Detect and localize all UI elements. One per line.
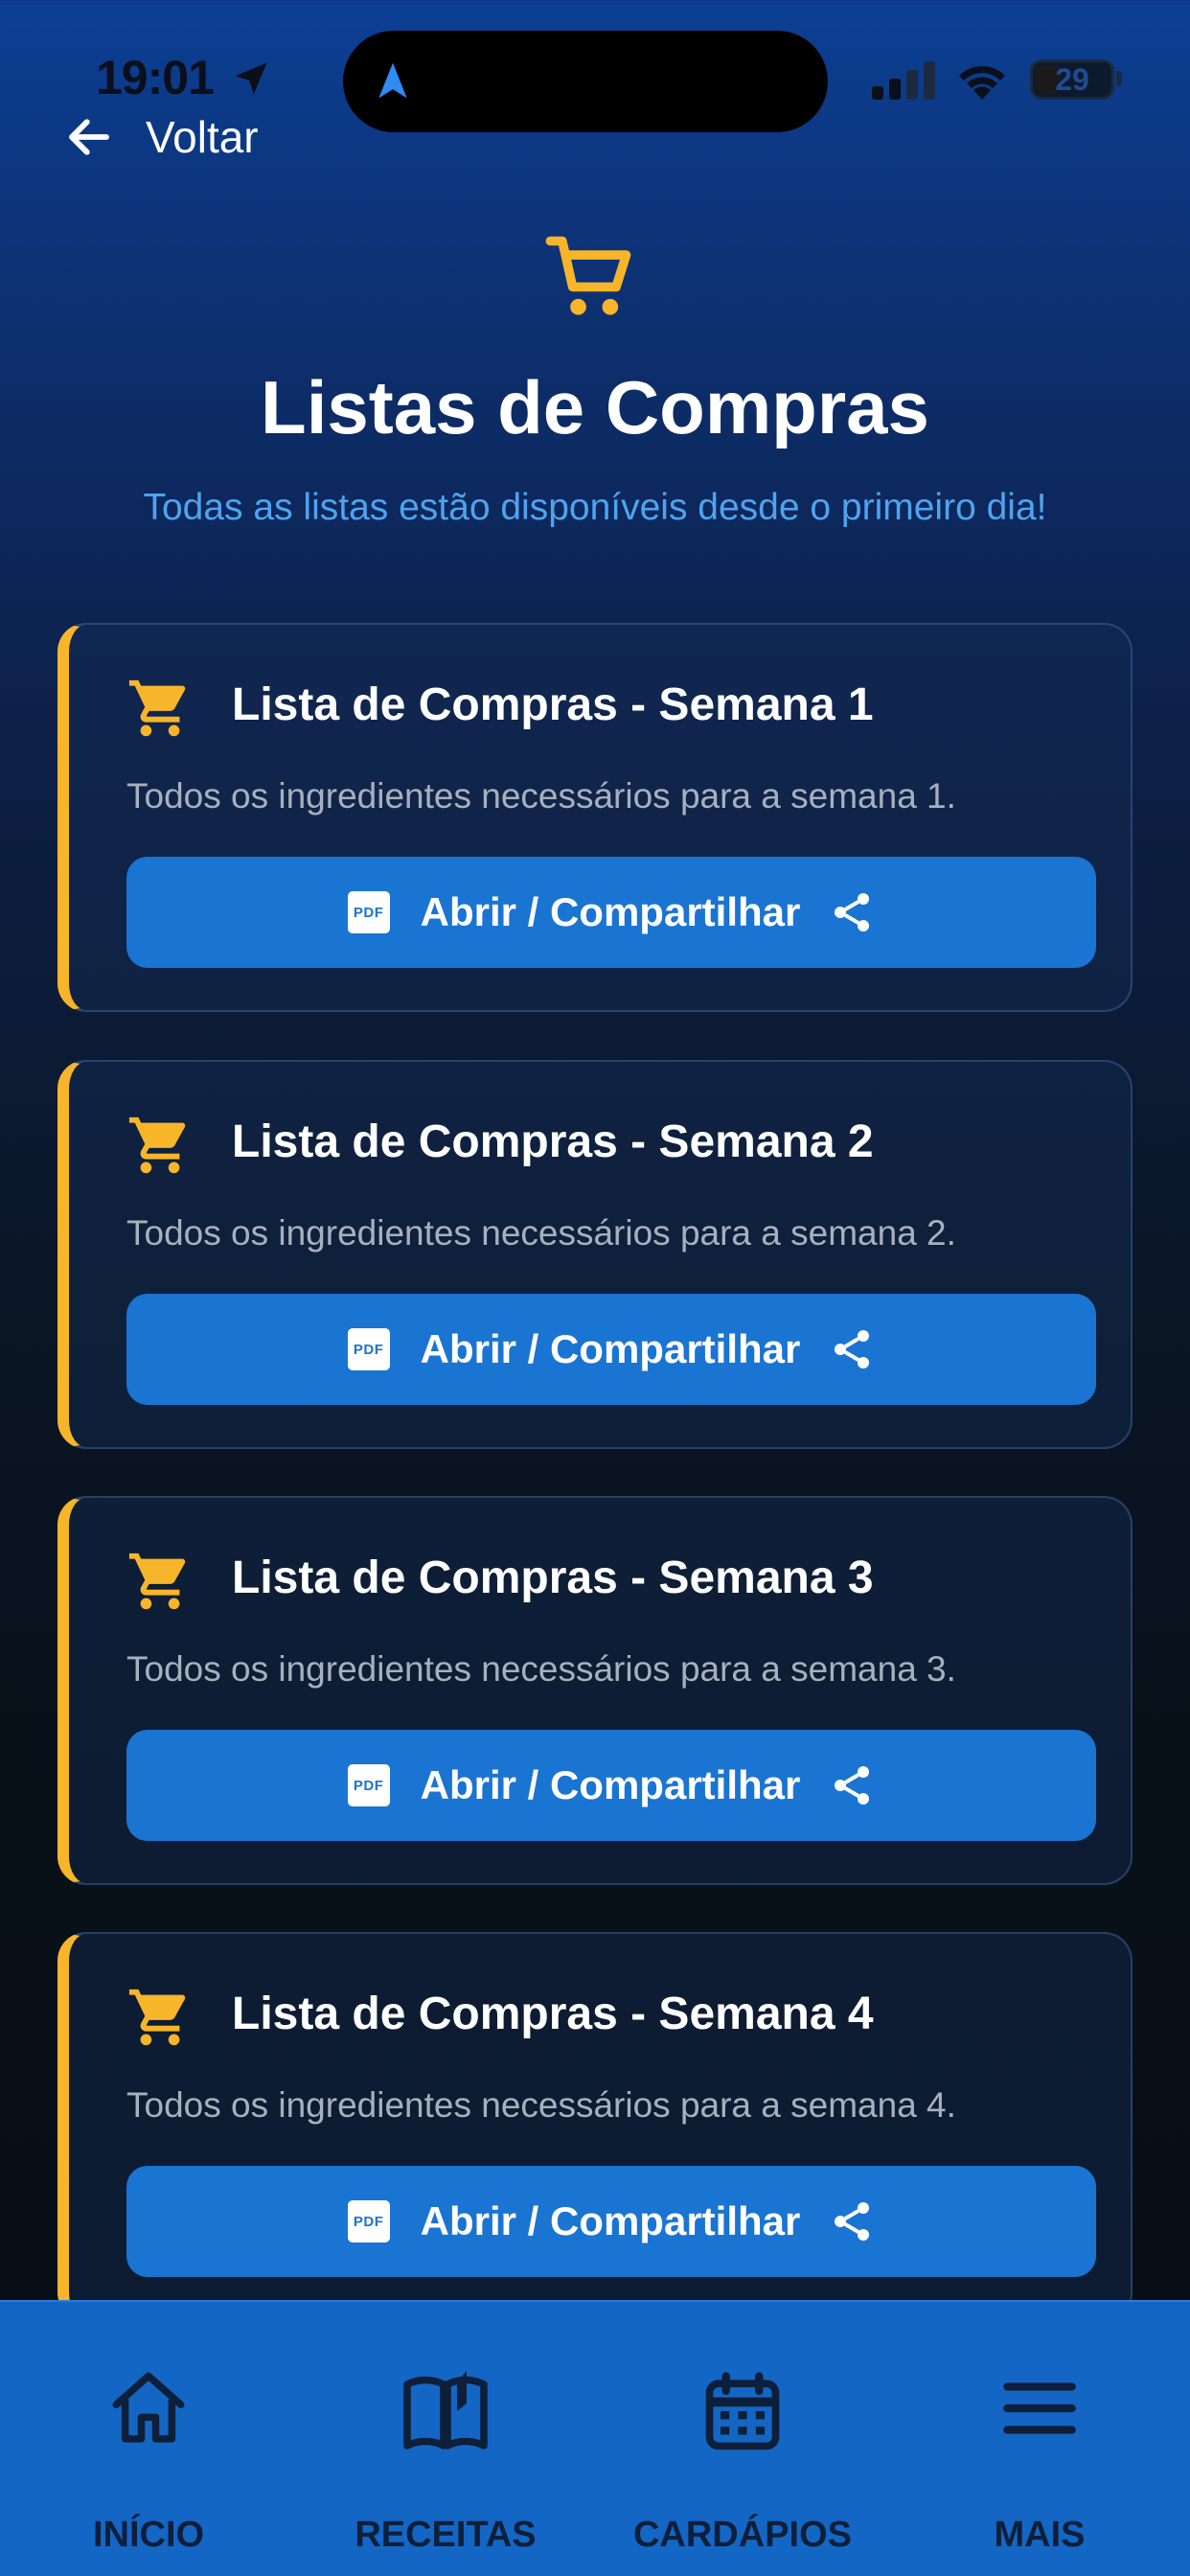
shopping-cart-icon xyxy=(545,236,631,315)
calendar-icon xyxy=(705,2372,780,2450)
tab-inicio[interactable]: INÍCIO xyxy=(5,2302,292,2576)
arrow-left-icon xyxy=(69,119,109,155)
card-description: Todos os ingredientes necessários para a… xyxy=(126,1649,956,1689)
book-icon xyxy=(403,2371,488,2450)
page-title: Listas de Compras xyxy=(261,365,929,449)
card-title: Lista de Compras - Semana 4 xyxy=(232,1989,874,2039)
share-icon xyxy=(835,893,870,932)
cellular-signal-icon xyxy=(872,61,935,100)
pdf-icon: PDF xyxy=(347,1328,390,1370)
shopping-list-card: Lista de Compras - Semana 2 Todos os ing… xyxy=(57,1060,1133,1449)
battery-cap xyxy=(1116,71,1122,86)
tab-label: INÍCIO xyxy=(92,2515,205,2555)
card-description: Todos os ingredientes necessários para a… xyxy=(126,1213,956,1253)
status-time: 19:01 xyxy=(96,51,215,104)
shopping-cart-icon xyxy=(128,679,186,737)
open-share-button[interactable]: PDF Abrir / Compartilhar xyxy=(126,1294,1096,1405)
navigation-icon xyxy=(378,62,407,99)
card-description: Todos os ingredientes necessários para a… xyxy=(126,2085,956,2125)
tab-cardapios[interactable]: CARDÁPIOS xyxy=(599,2302,886,2576)
shopping-list-card: Lista de Compras - Semana 1 Todos os ing… xyxy=(57,623,1133,1012)
open-share-button[interactable]: PDF Abrir / Compartilhar xyxy=(126,2166,1096,2277)
tab-mais[interactable]: MAIS xyxy=(896,2302,1183,2576)
back-button[interactable]: Voltar xyxy=(63,104,259,171)
tab-receitas[interactable]: RECEITAS xyxy=(302,2302,589,2576)
tab-label: CARDÁPIOS xyxy=(632,2515,853,2555)
share-icon xyxy=(835,1766,870,1805)
card-title: Lista de Compras - Semana 1 xyxy=(232,679,874,730)
battery-level: 29 xyxy=(1055,62,1089,97)
pdf-icon: PDF xyxy=(347,1764,390,1806)
shopping-cart-icon xyxy=(128,1989,186,2046)
shopping-list-card: Lista de Compras - Semana 4 Todos os ing… xyxy=(57,1932,1133,2321)
location-arrow-icon xyxy=(235,62,267,95)
pdf-icon: PDF xyxy=(347,891,390,933)
button-label: Abrir / Compartilhar xyxy=(420,889,801,934)
share-icon xyxy=(835,2202,870,2241)
shopping-list-card: Lista de Compras - Semana 3 Todos os ing… xyxy=(57,1496,1133,1885)
card-description: Todos os ingredientes necessários para a… xyxy=(126,776,956,816)
button-label: Abrir / Compartilhar xyxy=(420,2198,801,2243)
tab-label: RECEITAS xyxy=(355,2515,537,2555)
shopping-cart-icon xyxy=(128,1552,186,1610)
button-label: Abrir / Compartilhar xyxy=(420,1326,801,1371)
shopping-cart-icon xyxy=(128,1116,186,1174)
wifi-icon xyxy=(959,66,1005,100)
tab-label: MAIS xyxy=(994,2515,1086,2555)
open-share-button[interactable]: PDF Abrir / Compartilhar xyxy=(126,1730,1096,1841)
card-title: Lista de Compras - Semana 2 xyxy=(232,1116,874,1167)
battery-indicator: 29 xyxy=(1030,59,1114,100)
menu-icon xyxy=(1003,2382,1076,2434)
button-label: Abrir / Compartilhar xyxy=(420,1762,801,1807)
back-label: Voltar xyxy=(146,112,259,162)
pdf-icon: PDF xyxy=(347,2200,390,2242)
home-icon xyxy=(112,2372,185,2443)
page-subtitle: Todas as listas estão disponíveis desde … xyxy=(143,487,1047,528)
card-title: Lista de Compras - Semana 3 xyxy=(232,1552,874,1603)
dynamic-island xyxy=(343,31,828,132)
open-share-button[interactable]: PDF Abrir / Compartilhar xyxy=(126,857,1096,968)
bottom-nav: INÍCIO RECEITAS CARDÁPIOS MAIS xyxy=(0,2300,1190,2576)
share-icon xyxy=(835,1330,870,1368)
